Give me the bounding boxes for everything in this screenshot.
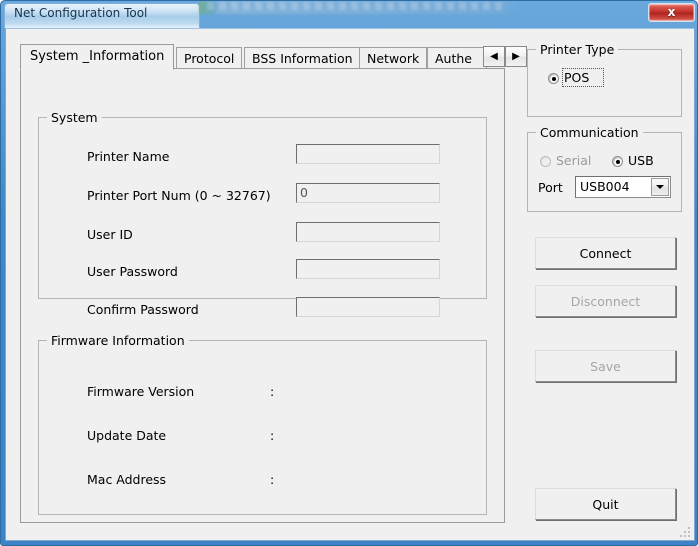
tab-label: System _Information	[30, 49, 165, 64]
port-select-button[interactable]	[651, 178, 669, 196]
radio-label: POS	[564, 70, 590, 85]
update-date-separator: :	[270, 428, 275, 443]
printer-type-group: Printer Type POS	[527, 42, 682, 117]
connect-button[interactable]: Connect	[535, 237, 676, 269]
window-title: Net Configuration Tool	[14, 6, 148, 20]
mac-address-separator: :	[270, 472, 275, 487]
close-icon: x	[667, 5, 676, 19]
printer-port-num-input[interactable]: 0	[296, 183, 440, 203]
user-id-input[interactable]	[296, 222, 440, 242]
communication-group-title: Communication	[536, 125, 643, 140]
save-button-label: Save	[590, 358, 621, 374]
radio-printer-type-pos[interactable]: POS	[548, 68, 618, 87]
chevron-down-icon	[656, 185, 664, 189]
mac-address-label: Mac Address	[87, 472, 167, 487]
tab-network[interactable]: Network	[359, 47, 428, 69]
tab-system-information[interactable]: System _Information	[20, 44, 175, 70]
quit-button[interactable]: Quit	[535, 488, 676, 520]
tab-label: BSS Information	[252, 51, 353, 66]
tab-label: Protocol	[184, 51, 235, 66]
radio-dot-icon	[612, 156, 623, 167]
system-group-title: System	[47, 110, 102, 125]
confirm-password-input[interactable]	[296, 297, 440, 317]
firmware-group-title: Firmware Information	[47, 333, 189, 348]
user-password-input[interactable]	[296, 259, 440, 279]
firmware-information-group: Firmware Information Firmware Version : …	[38, 333, 487, 515]
application-window: Net Configuration Tool x System _Informa…	[0, 0, 698, 546]
radio-communication-serial[interactable]: Serial	[540, 153, 606, 169]
radio-dot-icon	[548, 73, 559, 84]
tab-label: Network	[367, 51, 420, 66]
tab-protocol[interactable]: Protocol	[176, 47, 243, 69]
render-artifact	[199, 1, 519, 14]
tab-scroll-left-button[interactable]: ◀	[483, 46, 505, 67]
tab-strip[interactable]: System _Information Protocol BSS Informa…	[20, 44, 527, 70]
radio-dot-icon	[540, 156, 551, 167]
tab-page-system-information: System Printer Name Printer Port Num (0 …	[20, 68, 505, 523]
update-date-label: Update Date	[87, 428, 167, 443]
radio-label: USB	[628, 153, 654, 168]
user-id-label: User ID	[87, 227, 133, 242]
tab-bss-information[interactable]: BSS Information	[244, 47, 361, 69]
firmware-version-separator: :	[270, 384, 275, 399]
port-select-value: USB004	[580, 179, 630, 194]
printer-name-input[interactable]	[296, 144, 440, 164]
connect-button-label: Connect	[579, 245, 632, 261]
radio-communication-usb[interactable]: USB	[612, 153, 672, 169]
tab-authentication[interactable]: Authe	[427, 47, 487, 69]
title-bar[interactable]: Net Configuration Tool x	[1, 1, 697, 28]
close-button[interactable]: x	[648, 3, 695, 22]
radio-label: Serial	[556, 153, 592, 168]
confirm-password-label: Confirm Password	[87, 302, 199, 317]
port-label: Port	[538, 180, 563, 195]
tab-scroll-right-button[interactable]: ▶	[505, 46, 527, 67]
printer-port-num-label: Printer Port Num (0 ~ 32767)	[87, 188, 271, 203]
render-artifact-text	[207, 2, 507, 10]
firmware-version-label: Firmware Version	[87, 384, 195, 399]
user-password-label: User Password	[87, 264, 178, 279]
communication-group: Communication Serial USB Port USB004	[527, 125, 682, 212]
printer-name-label: Printer Name	[87, 149, 170, 164]
save-button[interactable]: Save	[535, 350, 676, 382]
chevron-left-icon: ◀	[490, 50, 498, 62]
port-select[interactable]: USB004	[575, 176, 671, 198]
chevron-right-icon: ▶	[512, 50, 520, 62]
tab-label: Authe	[435, 51, 472, 66]
printer-type-group-title: Printer Type	[536, 42, 619, 57]
client-area: System _Information Protocol BSS Informa…	[5, 28, 695, 541]
disconnect-button[interactable]: Disconnect	[535, 285, 676, 317]
resize-grip-icon[interactable]	[679, 526, 692, 539]
quit-button-label: Quit	[592, 496, 619, 512]
disconnect-button-label: Disconnect	[570, 293, 641, 309]
system-group: System Printer Name Printer Port Num (0 …	[38, 110, 487, 317]
